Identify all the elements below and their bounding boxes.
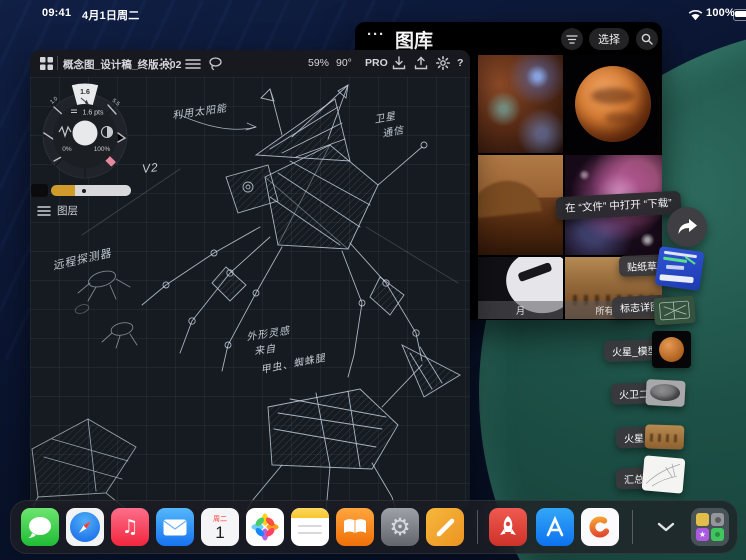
export-icon[interactable] xyxy=(414,56,428,70)
svg-text:1.6 pts: 1.6 pts xyxy=(82,110,104,117)
pro-badge[interactable]: PRO xyxy=(365,57,388,69)
mars-globe xyxy=(575,66,651,142)
dock-sketch-pen-icon[interactable] xyxy=(426,508,464,546)
mars-model-thumbnail[interactable] xyxy=(652,331,691,368)
dock: ♫ 周二 1 ⚙ ★ xyxy=(10,500,738,554)
ipad-screen: 09:41 4月1日周二 100% ··· 图库 选择 月 概念图_设计稿_终版… xyxy=(0,0,746,560)
logo-detail-thumbnail[interactable] xyxy=(653,295,696,326)
dock-notes-icon[interactable] xyxy=(291,508,329,546)
color-swatch-black[interactable] xyxy=(31,184,48,197)
help-button[interactable]: ? xyxy=(457,57,463,69)
photo-mars-surface[interactable] xyxy=(478,155,563,255)
gallery-menu-button[interactable]: ··· xyxy=(367,26,385,43)
annotation-version: V2 xyxy=(141,160,160,176)
filter-lines-icon xyxy=(566,34,578,44)
app-grid-icon[interactable] xyxy=(40,57,53,70)
dock-app-library-icon[interactable]: ★ xyxy=(691,508,729,546)
dock-safari-icon[interactable] xyxy=(66,508,104,546)
layers-menu-icon[interactable] xyxy=(37,206,51,216)
dock-calendar-icon[interactable]: 周二 1 xyxy=(201,508,239,546)
share-forward-button[interactable] xyxy=(667,207,707,247)
settings-gear-icon[interactable] xyxy=(436,56,450,70)
color-slider[interactable] xyxy=(51,185,131,196)
photo-mars-planet[interactable] xyxy=(565,55,662,153)
summary-thumbnail[interactable] xyxy=(641,455,686,494)
svg-text:0%: 0% xyxy=(62,146,72,153)
tool-wheel[interactable]: 1.6 1.0 5.5 1.6 pts 0% 100% xyxy=(30,81,140,191)
annotation-inspiration-2: 来自 xyxy=(253,343,277,358)
toolbar-divider xyxy=(57,56,58,70)
search-button[interactable] xyxy=(636,28,658,50)
dock-rocket-icon[interactable] xyxy=(489,508,527,546)
slider-handle[interactable] xyxy=(82,188,86,193)
precision-grid-icon[interactable] xyxy=(160,58,172,70)
dock-divider xyxy=(477,510,478,544)
dock-music-icon[interactable]: ♫ xyxy=(111,508,149,546)
dock-appstore-icon[interactable] xyxy=(536,508,574,546)
layers-label[interactable]: 图层 xyxy=(57,203,78,218)
dock-concepts-icon[interactable] xyxy=(581,508,619,546)
dock-settings-icon[interactable]: ⚙ xyxy=(381,508,419,546)
album-moon[interactable]: 月 xyxy=(478,257,563,319)
select-button[interactable]: 选择 xyxy=(589,28,629,50)
mars-thumbnail[interactable] xyxy=(644,424,685,450)
album-label: 月 xyxy=(478,301,563,319)
photo-orion-nebula[interactable] xyxy=(478,55,563,153)
battery-icon xyxy=(733,9,746,21)
chevron-down-icon xyxy=(657,522,675,532)
svg-text:1.6: 1.6 xyxy=(80,89,90,96)
concepts-window: 概念图_设计稿_终版-R02 59% 90° PRO ? 利用太阳能 卫星 通信… xyxy=(30,50,470,510)
gallery-title: 图库 xyxy=(395,31,434,52)
rotation-value[interactable]: 90° xyxy=(336,57,352,69)
layers-icon[interactable] xyxy=(185,58,201,70)
dock-messages-icon[interactable] xyxy=(21,508,59,546)
status-date: 4月1日周二 xyxy=(82,10,140,22)
zoom-level[interactable]: 59% xyxy=(308,57,329,69)
calendar-day: 1 xyxy=(215,523,225,542)
dock-photos-icon[interactable] xyxy=(246,508,284,546)
forward-arrow-icon xyxy=(678,219,697,234)
dock-divider xyxy=(632,510,633,544)
status-time: 09:41 xyxy=(42,7,72,19)
deimos-thumbnail[interactable] xyxy=(645,378,686,408)
battery-percent: 100% xyxy=(706,7,735,19)
concepts-toolbar: 概念图_设计稿_终版-R02 59% 90° PRO ? xyxy=(30,50,470,78)
dock-books-icon[interactable] xyxy=(336,508,374,546)
wifi-icon xyxy=(688,8,703,26)
dock-mail-icon[interactable] xyxy=(156,508,194,546)
search-icon xyxy=(641,33,653,45)
brush-preview-dot[interactable] xyxy=(72,120,98,146)
sticker-draft-thumbnail[interactable] xyxy=(654,246,705,291)
filter-button[interactable] xyxy=(561,28,583,50)
dock-collapse-button[interactable] xyxy=(654,517,678,537)
svg-text:100%: 100% xyxy=(94,146,111,153)
lasso-icon[interactable] xyxy=(208,56,223,71)
import-icon[interactable] xyxy=(392,56,406,70)
